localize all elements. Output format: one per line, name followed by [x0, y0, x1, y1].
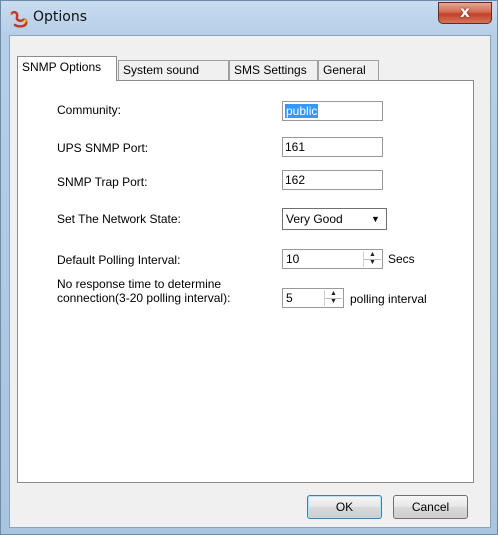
network-state-label: Set The Network State:	[57, 212, 181, 226]
no-response-label-line1: No response time to determine	[57, 277, 222, 291]
snmp-trap-port-label: SNMP Trap Port:	[57, 175, 148, 189]
spin-down-icon[interactable]: ▼	[364, 259, 381, 267]
network-state-select[interactable]: Very Good ▼	[282, 208, 387, 230]
snmp-trap-port-input[interactable]: 162	[282, 170, 383, 190]
close-icon: x	[460, 3, 470, 21]
tab-general[interactable]: General	[318, 60, 379, 80]
cancel-button[interactable]: Cancel	[393, 495, 468, 519]
chevron-down-icon[interactable]: ▼	[367, 211, 384, 227]
spin-down-icon[interactable]: ▼	[325, 298, 342, 306]
community-label: Community:	[57, 103, 122, 117]
tab-system-sound[interactable]: System sound	[118, 60, 229, 80]
close-button[interactable]: x	[438, 2, 492, 24]
polling-interval-spin-buttons: ▲ ▼	[363, 251, 381, 267]
window-title: Options	[33, 9, 88, 25]
title-bar[interactable]: Options x	[1, 1, 498, 35]
no-response-label-line2: connection(3-20 polling interval):	[57, 291, 231, 305]
no-response-unit: polling interval	[350, 292, 427, 306]
polling-interval-value: 10	[286, 252, 300, 266]
polling-interval-label: Default Polling Interval:	[57, 253, 181, 267]
community-value: public	[285, 104, 319, 118]
tab-sms-settings[interactable]: SMS Settings	[229, 60, 318, 80]
tab-snmp-options[interactable]: SNMP Options	[17, 56, 117, 81]
polling-interval-stepper[interactable]: 10 ▲ ▼	[282, 249, 383, 269]
network-state-value: Very Good	[286, 212, 343, 226]
no-response-value: 5	[286, 291, 293, 305]
no-response-stepper[interactable]: 5 ▲ ▼	[282, 288, 344, 308]
polling-interval-unit: Secs	[388, 252, 415, 266]
ok-button[interactable]: OK	[307, 495, 382, 519]
no-response-spin-buttons: ▲ ▼	[324, 290, 342, 306]
ups-snmp-port-label: UPS SNMP Port:	[57, 141, 149, 155]
community-input[interactable]: public	[282, 101, 383, 121]
snake-app-icon	[10, 10, 28, 28]
ups-snmp-port-input[interactable]: 161	[282, 137, 383, 157]
